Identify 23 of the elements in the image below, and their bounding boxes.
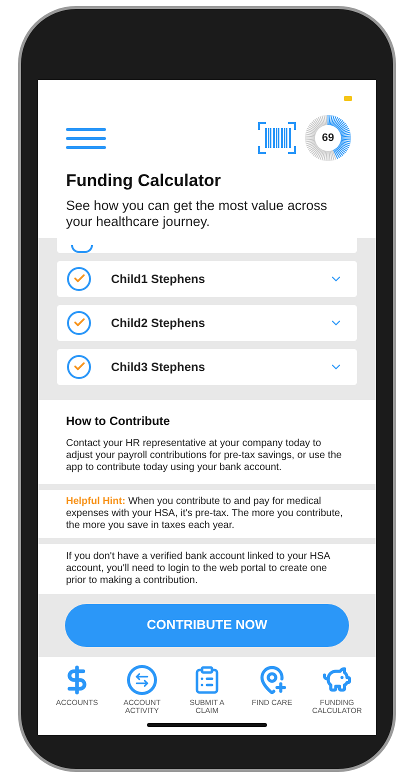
member-card[interactable]: Child2 Stephens xyxy=(57,304,357,340)
checkbox[interactable] xyxy=(67,310,91,334)
score-ring-drawing xyxy=(304,114,352,162)
section-text: Contact your HR representative at your company today to adjust your payroll contributions for pre-tax savings, or use the app to contribute today using your bank account. xyxy=(66,438,343,474)
member-card[interactable]: Child1 Stephens xyxy=(57,260,357,296)
checkmark-icon xyxy=(72,316,86,329)
checkmark-icon xyxy=(72,360,86,373)
barcode-scan-icon[interactable] xyxy=(258,122,296,154)
page-subtitle: See how you can get the most value across your healthcare journey. xyxy=(66,198,328,230)
section-heading: How to Contribute xyxy=(66,412,171,430)
status-indicator xyxy=(344,96,352,101)
page-title: Funding Calculator xyxy=(66,170,222,192)
member-name: Child2 Stephens xyxy=(111,314,206,332)
checkbox[interactable] xyxy=(67,354,91,378)
piggy-bank-icon xyxy=(322,664,352,694)
menu-button[interactable] xyxy=(66,128,106,148)
hint-text: Helpful Hint: When you contribute to and pay for medical expenses with your HSA, it's pre-tax. The more you contribute, the more you save in taxes each year. xyxy=(66,496,344,532)
member-card[interactable]: Child3 Stephens xyxy=(57,348,357,384)
checkbox[interactable] xyxy=(67,266,91,290)
bank-note: If you don't have a verified bank account linked to your HSA account, you'll need to login to the web portal to create one prior to making a contribution. xyxy=(66,550,332,586)
checkmark-icon xyxy=(72,272,86,285)
member-name: Child1 Stephens xyxy=(111,270,206,288)
member-name: Child3 Stephens xyxy=(111,358,206,376)
